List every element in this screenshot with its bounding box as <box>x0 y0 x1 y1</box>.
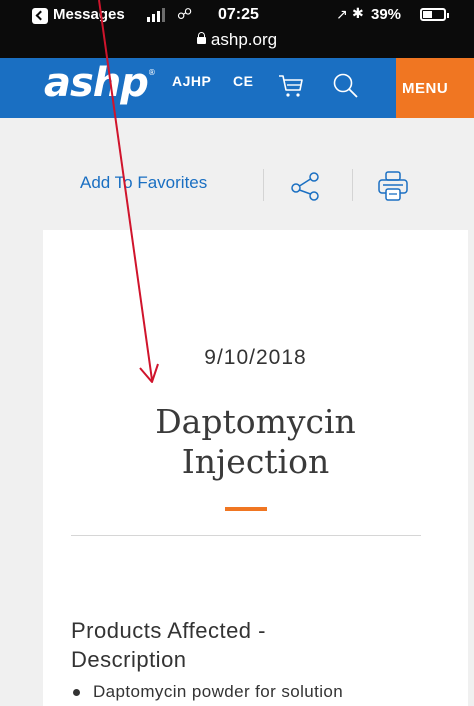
cart-icon[interactable] <box>278 74 304 98</box>
url-text: ashp.org <box>210 30 278 49</box>
divider <box>352 169 353 201</box>
title-line-2: Injection <box>181 442 330 481</box>
back-to-app-icon[interactable] <box>32 8 48 24</box>
search-icon[interactable] <box>332 72 358 98</box>
section-heading: Products Affected - Description <box>71 616 411 674</box>
article-card: 9/10/2018 Daptomycin Injection Products … <box>43 230 468 706</box>
page-title: Daptomycin Injection <box>43 402 468 482</box>
divider <box>71 535 421 536</box>
battery-percent: 39% <box>371 6 402 23</box>
add-to-favorites-link[interactable]: Add To Favorites <box>80 173 207 193</box>
share-icon[interactable] <box>290 171 320 201</box>
title-accent-bar <box>225 507 267 511</box>
back-app-label[interactable]: Messages <box>53 6 125 23</box>
clock: 07:25 <box>218 6 259 23</box>
section-heading-line-1: Products Affected - <box>71 618 266 643</box>
menu-button[interactable]: MENU <box>396 58 474 118</box>
address-bar[interactable]: ashp.org <box>0 30 474 50</box>
products-list: Daptomycin powder for solution <box>71 682 343 702</box>
divider <box>263 169 264 201</box>
link-icon: ☍ <box>177 6 193 23</box>
nav-ajhp[interactable]: AJHP <box>172 73 211 89</box>
nav-ce[interactable]: CE <box>233 73 253 89</box>
site-header: ashp® AJHP CE MENU <box>0 58 474 118</box>
status-bar: Messages ☍ 07:25 ↗ ✱ 39% ashp.org <box>0 0 474 58</box>
logo-text: ashp <box>44 60 149 106</box>
title-line-1: Daptomycin <box>155 402 356 441</box>
section-heading-line-2: Description <box>71 647 187 672</box>
list-item: Daptomycin powder for solution <box>71 682 343 702</box>
location-icon: ↗ <box>336 6 348 22</box>
bluetooth-icon: ✱ <box>352 5 364 21</box>
ashp-logo[interactable]: ashp® <box>44 60 156 106</box>
article-actions: Add To Favorites <box>0 163 474 207</box>
status-row: Messages ☍ 07:25 ↗ ✱ 39% <box>0 0 474 30</box>
lock-icon <box>196 32 206 44</box>
print-icon[interactable] <box>376 169 410 203</box>
signal-icon <box>147 8 169 22</box>
article-date: 9/10/2018 <box>204 346 307 369</box>
battery-icon <box>420 8 449 21</box>
